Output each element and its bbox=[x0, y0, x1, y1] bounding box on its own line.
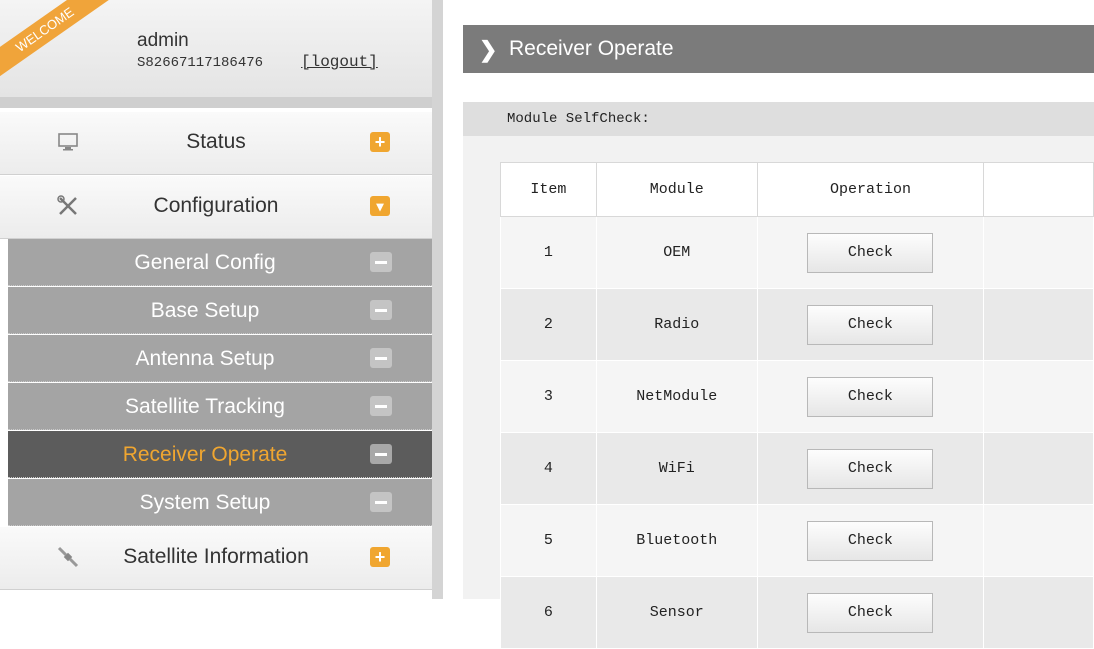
item-number: 3 bbox=[500, 360, 597, 433]
module-name: Radio bbox=[595, 288, 758, 361]
empty-cell bbox=[983, 576, 1094, 649]
minus-icon bbox=[370, 492, 392, 512]
module-name: NetModule bbox=[595, 360, 758, 433]
submenu-label: Receiver Operate bbox=[122, 443, 288, 466]
minus-icon bbox=[370, 348, 392, 368]
user-serial: S82667117186476 bbox=[137, 55, 264, 71]
user-name: admin bbox=[137, 30, 189, 51]
check-radio-button[interactable]: Check bbox=[807, 304, 934, 345]
submenu-label: Antenna Setup bbox=[135, 347, 275, 370]
expand-status-button[interactable]: + bbox=[370, 132, 390, 152]
submenu-item-base-setup[interactable]: Base Setup bbox=[8, 287, 432, 334]
monitor-icon bbox=[56, 130, 80, 154]
sidebar-divider bbox=[432, 0, 443, 599]
table-header-row: Item Module Operation bbox=[500, 162, 1094, 217]
tools-icon bbox=[56, 194, 80, 218]
collapse-configuration-button[interactable]: ▾ bbox=[370, 196, 390, 216]
submenu-label: System Setup bbox=[139, 491, 271, 514]
column-header-empty bbox=[983, 162, 1094, 217]
table-row: 4 WiFi Check bbox=[500, 432, 1094, 505]
submenu-item-antenna-setup[interactable]: Antenna Setup bbox=[8, 335, 432, 382]
menu-label-configuration: Configuration bbox=[153, 194, 279, 217]
section-title: Module SelfCheck: bbox=[507, 111, 650, 127]
item-number: 4 bbox=[500, 432, 597, 505]
selfcheck-panel: Item Module Operation 1 OEM Check 2 Radi… bbox=[463, 136, 1094, 649]
menu-label-satellite-information: Satellite Information bbox=[123, 545, 309, 568]
sidebar-separator bbox=[0, 97, 432, 108]
expand-satellite-information-button[interactable]: + bbox=[370, 547, 390, 567]
page-header: ❯ Receiver Operate bbox=[463, 25, 1094, 73]
item-number: 6 bbox=[500, 576, 597, 649]
submenu-item-receiver-operate[interactable]: Receiver Operate bbox=[8, 431, 432, 478]
minus-icon bbox=[370, 444, 392, 464]
item-number: 1 bbox=[500, 216, 597, 289]
module-name: WiFi bbox=[595, 432, 758, 505]
table-row: 1 OEM Check bbox=[500, 216, 1094, 289]
operation-cell: Check bbox=[756, 360, 985, 433]
column-header-operation: Operation bbox=[756, 162, 985, 217]
empty-cell bbox=[983, 432, 1094, 505]
selfcheck-table: Item Module Operation 1 OEM Check 2 Radi… bbox=[500, 162, 1094, 649]
submenu-label: Satellite Tracking bbox=[125, 395, 285, 418]
submenu-label: Base Setup bbox=[150, 299, 260, 322]
check-wifi-button[interactable]: Check bbox=[807, 448, 934, 489]
module-name: Sensor bbox=[595, 576, 758, 649]
menu-item-satellite-information[interactable]: Satellite Information + bbox=[0, 527, 432, 590]
main-content: ❯ Receiver Operate Module SelfCheck: Ite… bbox=[443, 0, 1094, 649]
empty-cell bbox=[983, 504, 1094, 577]
column-header-item: Item bbox=[500, 162, 597, 217]
table-row: 5 Bluetooth Check bbox=[500, 504, 1094, 577]
submenu-item-satellite-tracking[interactable]: Satellite Tracking bbox=[8, 383, 432, 430]
item-number: 2 bbox=[500, 288, 597, 361]
empty-cell bbox=[983, 360, 1094, 433]
satellite-icon bbox=[56, 545, 80, 569]
check-bluetooth-button[interactable]: Check bbox=[807, 520, 934, 561]
empty-cell bbox=[983, 288, 1094, 361]
module-name: Bluetooth bbox=[595, 504, 758, 577]
operation-cell: Check bbox=[756, 576, 985, 649]
welcome-panel: WELCOME admin S82667117186476 [logout] bbox=[0, 0, 432, 98]
table-row: 2 Radio Check bbox=[500, 288, 1094, 361]
welcome-ribbon: WELCOME bbox=[0, 0, 114, 83]
operation-cell: Check bbox=[756, 504, 985, 577]
section-header: Module SelfCheck: bbox=[463, 102, 1094, 136]
chevron-right-icon: ❯ bbox=[479, 37, 498, 62]
operation-cell: Check bbox=[756, 216, 985, 289]
menu-item-configuration[interactable]: Configuration ▾ bbox=[0, 176, 432, 239]
menu-item-status[interactable]: Status + bbox=[0, 112, 432, 175]
sidebar: WELCOME admin S82667117186476 [logout] S… bbox=[0, 0, 432, 599]
table-row: 3 NetModule Check bbox=[500, 360, 1094, 433]
item-number: 5 bbox=[500, 504, 597, 577]
empty-cell bbox=[983, 216, 1094, 289]
table-row: 6 Sensor Check bbox=[500, 576, 1094, 649]
column-header-module: Module bbox=[595, 162, 758, 217]
operation-cell: Check bbox=[756, 432, 985, 505]
module-name: OEM bbox=[595, 216, 758, 289]
minus-icon bbox=[370, 252, 392, 272]
operation-cell: Check bbox=[756, 288, 985, 361]
logout-link[interactable]: [logout] bbox=[301, 53, 378, 71]
submenu-item-system-setup[interactable]: System Setup bbox=[8, 479, 432, 526]
minus-icon bbox=[370, 300, 392, 320]
check-oem-button[interactable]: Check bbox=[807, 232, 934, 273]
menu-label-status: Status bbox=[186, 130, 246, 153]
page-title: Receiver Operate bbox=[509, 37, 674, 60]
submenu-label: General Config bbox=[134, 251, 276, 274]
submenu-item-general-config[interactable]: General Config bbox=[8, 239, 432, 286]
check-netmodule-button[interactable]: Check bbox=[807, 376, 934, 417]
minus-icon bbox=[370, 396, 392, 416]
